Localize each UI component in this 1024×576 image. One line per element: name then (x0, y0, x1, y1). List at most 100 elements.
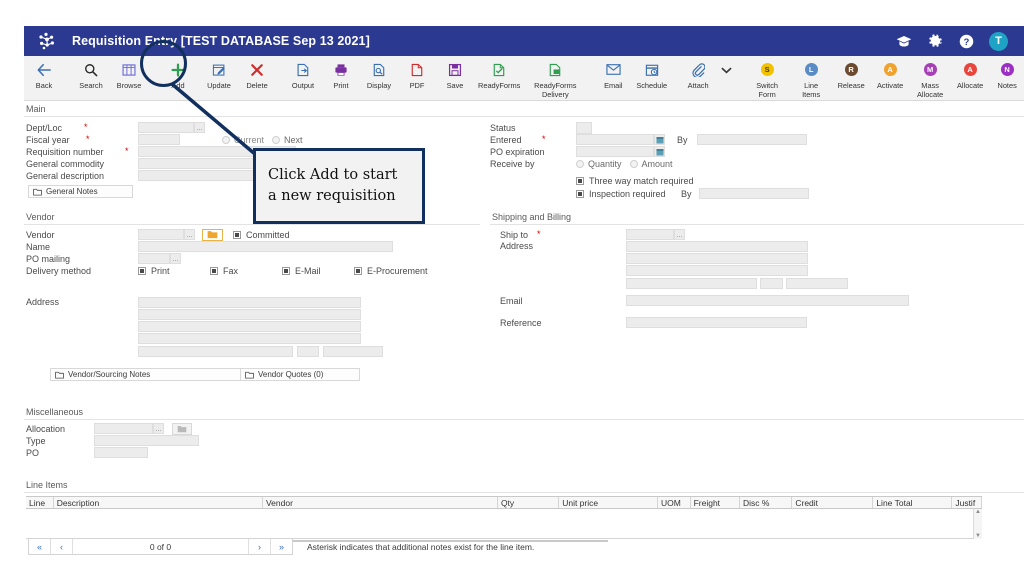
line-items-button[interactable]: L Line Items (790, 59, 832, 100)
delivery-eprocurement-checkbox[interactable] (354, 266, 362, 275)
mass-allocate-button[interactable]: M Mass Allocate (910, 59, 950, 100)
po-mailing-input[interactable] (138, 253, 170, 264)
entered-input[interactable] (576, 134, 654, 145)
entered-by-label: By (677, 134, 688, 145)
notes-badge-icon: N (1000, 61, 1014, 78)
pager-prev-button[interactable]: ‹ (51, 539, 73, 554)
pager-first-button[interactable]: « (29, 539, 51, 554)
scroll-up-icon[interactable]: ▲ (975, 509, 981, 515)
entered-calendar-icon[interactable] (654, 134, 665, 145)
print-button[interactable]: Print (322, 59, 360, 90)
output-button[interactable]: Output (284, 59, 322, 90)
avatar[interactable]: T (989, 31, 1008, 51)
vendor-address-line-2[interactable] (138, 309, 361, 320)
dept-loc-lookup-icon[interactable]: … (194, 122, 205, 133)
ship-address-line-1[interactable] (626, 241, 808, 252)
update-button[interactable]: Update (200, 59, 238, 90)
po-expiration-calendar-icon[interactable] (654, 146, 665, 157)
vendor-sourcing-notes-button[interactable]: Vendor/Sourcing Notes (50, 368, 242, 381)
line-items-vertical-scrollbar[interactable]: ▲ ▼ (973, 509, 982, 539)
ship-address-city[interactable] (626, 278, 757, 289)
dept-loc-input[interactable] (138, 122, 194, 133)
po-mailing-lookup-icon[interactable]: … (170, 253, 181, 264)
delete-button[interactable]: Delete (238, 59, 276, 90)
line-items-column-header[interactable]: Line Total (873, 497, 953, 508)
section-shipping-title: Shipping and Billing (490, 209, 1024, 225)
allocation-input[interactable] (94, 423, 153, 434)
release-button[interactable]: R Release (832, 59, 870, 90)
allocation-folder-button[interactable] (172, 422, 192, 435)
line-items-column-header[interactable]: Qty (498, 497, 560, 508)
fiscal-year-input[interactable] (138, 134, 180, 145)
vendor-input[interactable] (138, 229, 184, 240)
line-items-column-header[interactable]: UOM (658, 497, 691, 508)
ship-email-input[interactable] (626, 295, 909, 306)
line-items-column-header[interactable]: Disc % (740, 497, 793, 508)
line-items-column-header[interactable]: Justif (952, 497, 982, 508)
vendor-address-line-1[interactable] (138, 297, 361, 308)
fiscal-year-current-radio[interactable] (222, 135, 230, 144)
receive-by-amount-radio[interactable] (629, 159, 638, 168)
allocation-lookup-icon[interactable]: … (153, 423, 164, 434)
vendor-address-line-4[interactable] (138, 333, 361, 344)
line-items-column-header[interactable]: Description (54, 497, 263, 508)
ship-address-state[interactable] (760, 278, 783, 289)
display-button[interactable]: Display (360, 59, 398, 90)
general-notes-button[interactable]: General Notes (28, 185, 133, 198)
search-button[interactable]: Search (72, 59, 110, 90)
inspection-by-input[interactable] (699, 188, 809, 199)
vendor-lookup-icon[interactable]: … (184, 229, 195, 240)
receive-by-quantity-radio[interactable] (576, 159, 584, 168)
vendor-address-zip[interactable] (323, 346, 383, 357)
pager-next-button[interactable]: › (248, 539, 270, 554)
readyforms-button[interactable]: ReadyForms (474, 59, 524, 90)
email-button[interactable]: Email (594, 59, 632, 90)
line-items-column-header[interactable]: Credit (792, 497, 874, 508)
switch-form-button[interactable]: S Switch Form (744, 59, 790, 100)
graduation-cap-icon[interactable] (896, 33, 912, 49)
vendor-address-state[interactable] (297, 346, 319, 357)
activate-button[interactable]: A Activate (870, 59, 910, 90)
vendor-address-city[interactable] (138, 346, 293, 357)
line-items-column-header[interactable]: Line (26, 497, 54, 508)
three-way-match-checkbox[interactable] (576, 176, 584, 185)
allocate-button[interactable]: A Allocate (950, 59, 990, 90)
entered-by-input[interactable] (697, 134, 807, 145)
vendor-quotes-button[interactable]: Vendor Quotes (0) (240, 368, 360, 381)
line-items-column-header[interactable]: Unit price (559, 497, 658, 508)
type-select[interactable] (94, 435, 199, 446)
vendor-address-line-3[interactable] (138, 321, 361, 332)
fiscal-year-next-radio[interactable] (272, 135, 281, 144)
ship-to-input[interactable] (626, 229, 674, 240)
instruction-callout-text: Click Add to start a new requisition (268, 166, 398, 204)
save-button[interactable]: Save (436, 59, 474, 90)
po-input[interactable] (94, 447, 148, 458)
line-items-column-header[interactable]: Freight (691, 497, 740, 508)
ship-reference-input[interactable] (626, 317, 807, 328)
inspection-required-label: Inspection required (589, 188, 666, 199)
po-expiration-input[interactable] (576, 146, 654, 157)
delivery-email-checkbox[interactable] (282, 266, 290, 275)
vendor-committed-checkbox[interactable] (233, 230, 241, 239)
ship-address-zip[interactable] (786, 278, 848, 289)
attach-button[interactable]: Attach (679, 59, 717, 90)
requisition-number-label: Requisition number (26, 146, 104, 157)
inspection-required-checkbox[interactable] (576, 189, 584, 198)
status-value (576, 121, 592, 134)
gear-icon[interactable] (927, 33, 943, 49)
ship-address-line-2[interactable] (626, 253, 808, 264)
help-icon[interactable]: ? (958, 33, 974, 49)
vendor-folder-button[interactable] (202, 228, 223, 241)
attach-dropdown-button[interactable] (717, 59, 736, 81)
pager-last-button[interactable]: » (270, 539, 292, 554)
vendor-name-input[interactable] (138, 241, 393, 252)
notes-button[interactable]: N Notes (990, 59, 1024, 90)
delivery-print-checkbox[interactable] (138, 266, 146, 275)
delivery-fax-checkbox[interactable] (210, 266, 218, 275)
ship-address-line-3[interactable] (626, 265, 808, 276)
back-button[interactable]: Back (24, 59, 64, 90)
line-items-column-header[interactable]: Vendor (263, 497, 498, 508)
pdf-button[interactable]: PDF (398, 59, 436, 90)
schedule-button[interactable]: Schedule (632, 59, 671, 90)
ship-to-lookup-icon[interactable]: … (674, 229, 685, 240)
